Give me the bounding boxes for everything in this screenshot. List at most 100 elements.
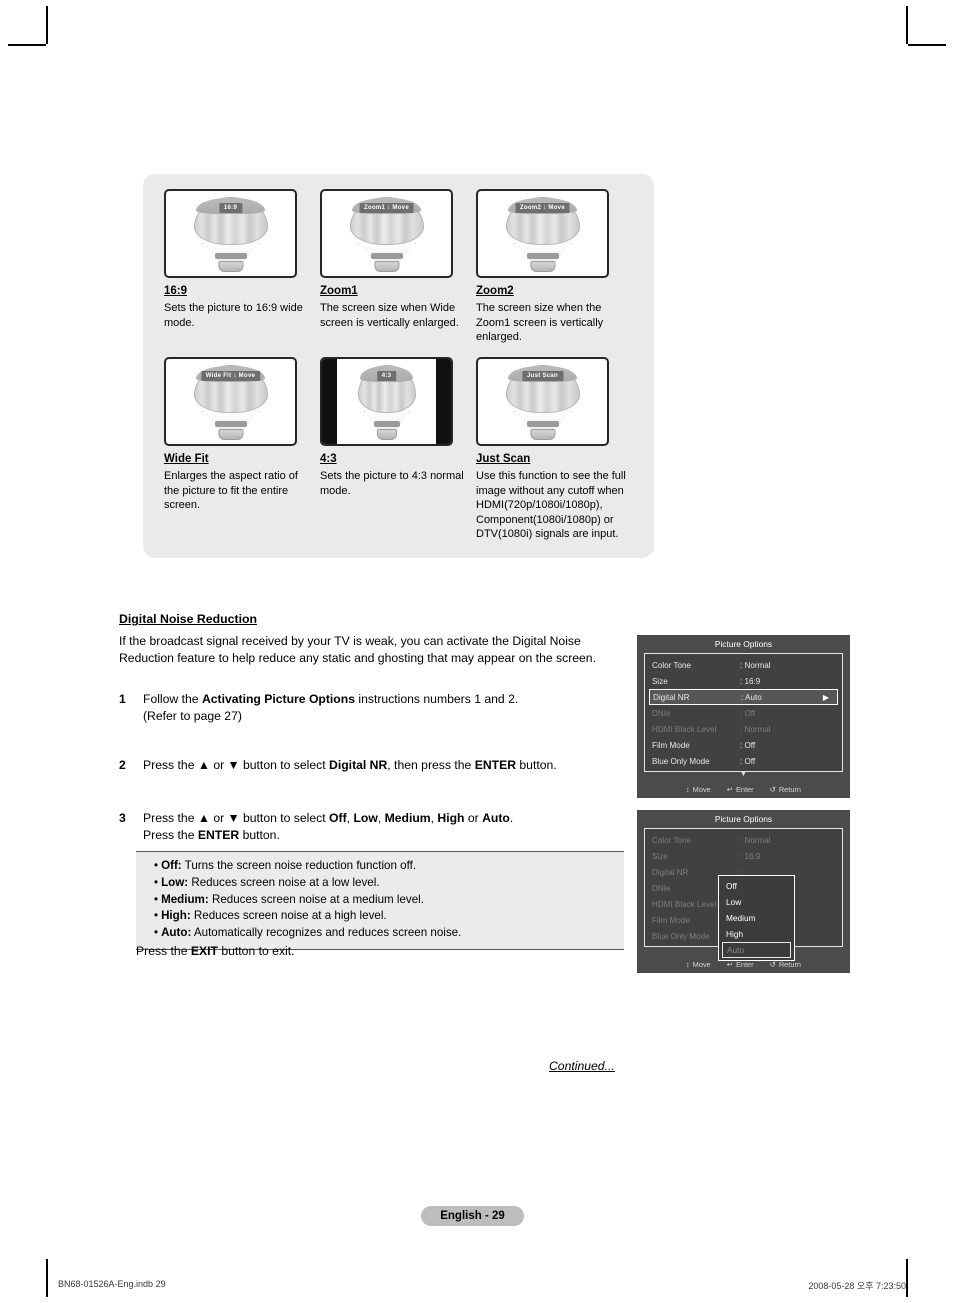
balloon-basket xyxy=(530,261,555,272)
bullet-icon: • xyxy=(154,859,159,872)
dropdown-option[interactable]: High xyxy=(719,926,794,942)
continued-link: Continued... xyxy=(549,1059,615,1073)
osd-picture-options-menu-dropdown: Picture Options Off Low Medium High Auto Col… xyxy=(637,810,850,973)
crop-mark-top-right-horizontal xyxy=(908,44,946,46)
bullet-icon: • xyxy=(154,875,159,889)
osd-row-label: Size xyxy=(652,676,668,686)
step-number: 2 xyxy=(119,758,126,772)
balloon-burner xyxy=(373,420,400,427)
chevron-right-icon: ▶ xyxy=(822,692,829,702)
note-list-item: • High: Reduces screen noise at a high le… xyxy=(136,908,624,925)
plain-text: Press the ▲ or ▼ button to select xyxy=(143,758,330,772)
osd-row-label: Blue Only Mode xyxy=(652,756,710,766)
osd-picture-options-menu: Picture Options Color Tone: Normal Size: … xyxy=(637,635,850,798)
plain-text: Press the xyxy=(136,944,191,958)
note-term: Off: xyxy=(161,859,182,872)
emphasised-term: High xyxy=(437,811,465,825)
enter-icon: ↵ xyxy=(726,960,733,969)
emphasised-term: Off xyxy=(329,811,347,825)
return-icon: ↺ xyxy=(769,960,776,969)
note-text: Turns the screen noise reduction functio… xyxy=(181,859,417,872)
aspect-label-overlay: Zoom2 ↕ Move xyxy=(515,203,570,213)
crop-mark-bottom-left-vertical xyxy=(46,1259,48,1297)
emphasised-term: Auto xyxy=(482,811,510,825)
step-text: Press the ▲ or ▼ button to select Off, L… xyxy=(143,810,619,844)
plain-text: button. xyxy=(516,758,557,772)
osd-menu-row[interactable]: Color Tone: Normal xyxy=(645,657,842,673)
osd-row-value: : Off xyxy=(740,756,756,766)
osd-title: Picture Options xyxy=(637,810,850,828)
emphasised-term: Activating Picture Options xyxy=(201,692,355,706)
note-term: Medium: xyxy=(161,892,209,906)
aspect-mode-title: Just Scan xyxy=(476,452,531,465)
enter-icon: ↵ xyxy=(726,785,733,794)
aspect-mode-description: The screen size when Wide screen is vert… xyxy=(320,302,459,329)
aspect-label-overlay: 16:9 xyxy=(218,203,243,213)
plain-text: Press the xyxy=(143,827,198,842)
crop-mark-bottom-right-vertical xyxy=(906,1259,908,1297)
balloon-burner xyxy=(526,253,559,259)
crop-mark-top-right-vertical xyxy=(906,6,908,44)
osd-menu-row[interactable]: Digital NR: Auto ▶ xyxy=(649,689,838,705)
tv-screen-thumbnail: Zoom2 ↕ Move xyxy=(476,189,609,278)
aspect-card-grid: 16:9 16:9 Sets the picture to 16:9 wide mo… xyxy=(164,189,634,542)
note-list-item: • Auto: Automatically recognizes and redu… xyxy=(136,925,624,942)
instruction-step-3: 3 Press the ▲ or ▼ button to select Off,… xyxy=(119,810,619,844)
balloon-burner xyxy=(370,253,403,259)
emphasised-term: EXIT xyxy=(190,944,218,958)
osd-menu-row[interactable]: DNIe: Off xyxy=(645,705,842,721)
note-box: • Off: Turns the screen noise reduction f… xyxy=(136,851,624,950)
osd-menu-row[interactable]: Size : 16:9 xyxy=(645,673,842,689)
digital-nr-dropdown[interactable]: Off Low Medium High Auto xyxy=(718,875,795,961)
osd-row-list: Off Low Medium High Auto Color Tone: Normal S… xyxy=(644,828,843,961)
osd-menu-row[interactable]: Color Tone: Normal xyxy=(645,832,842,848)
emphasised-term: ENTER xyxy=(197,827,240,842)
aspect-label-overlay: Zoom1 ↕ Move xyxy=(359,203,414,213)
note-text: Reduces screen noise at a medium level. xyxy=(208,892,424,906)
osd-menu-row[interactable]: Size: 16:9 xyxy=(645,848,842,864)
print-footer-timestamp: 2008-05-28 오후 7:23:50 xyxy=(808,1281,906,1291)
osd-menu-row[interactable]: HDMI Black Level: Normal xyxy=(645,721,842,737)
dropdown-option[interactable]: Low xyxy=(719,894,794,910)
page-number-badge: English - 29 xyxy=(421,1206,524,1226)
plain-text: or xyxy=(464,811,483,825)
osd-hint-label: Enter xyxy=(735,785,754,794)
dropdown-option[interactable]: Off xyxy=(719,878,794,894)
note-text: Automatically recognizes and reduces scr… xyxy=(191,926,462,940)
dropdown-option[interactable]: Medium xyxy=(719,910,794,926)
plain-text: , then press the xyxy=(387,758,475,772)
osd-row-value: : 16:9 xyxy=(740,676,761,686)
note-term: Low: xyxy=(161,875,189,889)
balloon-basket xyxy=(530,428,555,440)
aspect-label-overlay: Wide Fit ↕ Move xyxy=(200,370,261,381)
balloon-basket xyxy=(376,428,397,440)
osd-hint-move: ↕ Move xyxy=(686,960,711,969)
osd-hint-label: Return xyxy=(778,960,802,969)
plain-text: (Refer to page 27) xyxy=(143,708,242,723)
osd-hint-label: Move xyxy=(692,960,711,969)
aspect-mode-title: Zoom1 xyxy=(320,285,358,297)
osd-menu-row[interactable]: Film Mode: Off xyxy=(645,737,842,753)
osd-hint-return: ↺ Return xyxy=(770,960,801,969)
dropdown-option[interactable]: Auto xyxy=(722,942,791,958)
osd-hint-return: ↺ Return xyxy=(770,785,801,794)
emphasised-term: Low xyxy=(353,811,378,825)
aspect-mode-description: Sets the picture to 16:9 wide mode. xyxy=(164,302,303,329)
osd-row-value: : Normal xyxy=(740,835,771,845)
tv-screen-thumbnail: Wide Fit ↕ Move xyxy=(164,356,297,446)
section-heading-digital-noise-reduction: Digital Noise Reduction xyxy=(119,612,258,626)
osd-menu-row[interactable]: Blue Only Mode : Off xyxy=(645,753,842,769)
osd-scroll-down-icon: ▼ xyxy=(740,771,747,778)
aspect-mode-card: Just Scan Just Scan Use this function to s… xyxy=(476,356,632,542)
section-intro-paragraph: If the broadcast signal received by your… xyxy=(119,634,596,665)
osd-hint-label: Return xyxy=(778,785,802,794)
tv-screen-thumbnail: 4:3 xyxy=(320,356,453,446)
balloon-illustration: 4:3 xyxy=(357,364,416,441)
move-icon: ↕ xyxy=(685,785,690,794)
bullet-icon: • xyxy=(154,892,159,906)
bullet-icon: • xyxy=(154,909,159,923)
tv-screen-thumbnail: Just Scan xyxy=(476,356,609,446)
return-icon: ↺ xyxy=(769,785,776,794)
plain-text: , xyxy=(377,811,385,825)
crop-mark-top-left-horizontal xyxy=(8,44,46,46)
